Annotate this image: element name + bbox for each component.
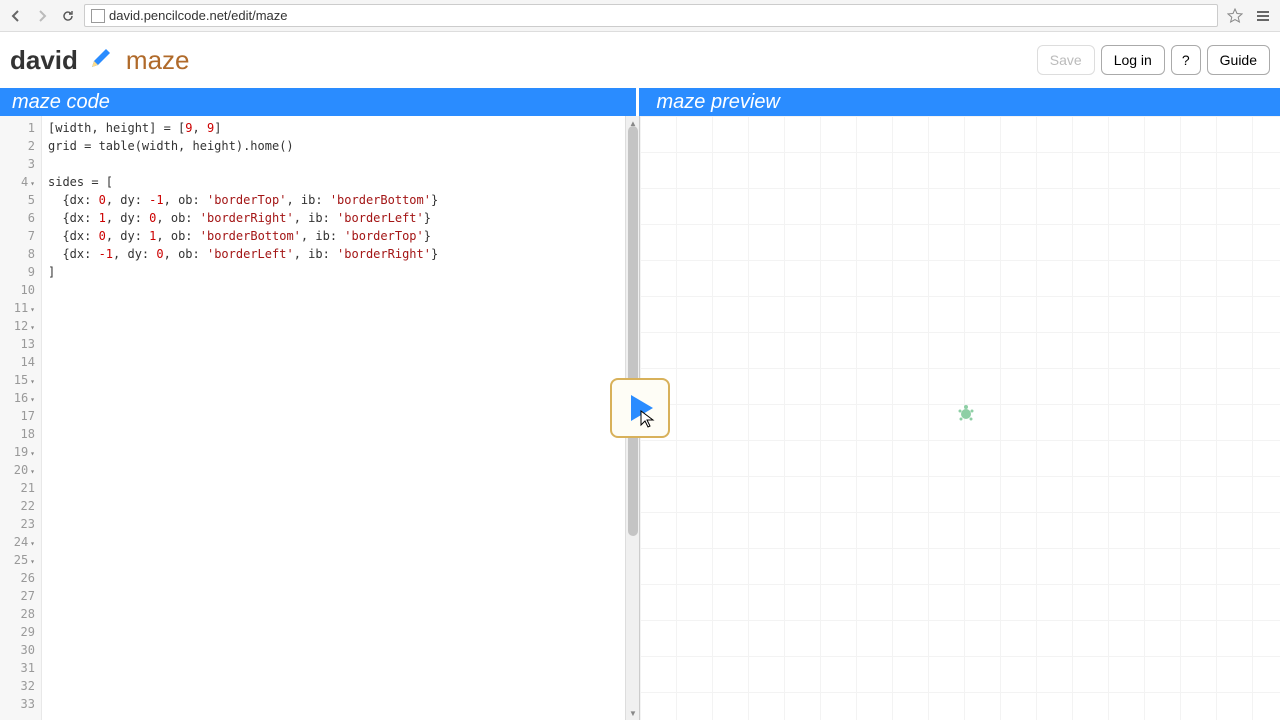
login-button[interactable]: Log in <box>1101 45 1165 75</box>
page-icon <box>91 9 105 23</box>
code-editor[interactable]: [width, height] = [9, 9]grid = table(wid… <box>42 116 625 720</box>
line-gutter: 1234567891011121314151617181920212223242… <box>0 116 42 720</box>
panel-titles: maze code maze preview <box>0 88 1280 116</box>
user-name[interactable]: david <box>10 45 78 76</box>
file-name[interactable]: maze <box>126 45 190 76</box>
browser-toolbar: david.pencilcode.net/edit/maze <box>0 0 1280 32</box>
app-header: david maze Save Log in ? Guide <box>0 32 1280 88</box>
url-bar[interactable]: david.pencilcode.net/edit/maze <box>84 4 1218 27</box>
preview-pane <box>640 116 1280 720</box>
reload-button[interactable] <box>58 6 78 26</box>
hamburger-menu-icon[interactable] <box>1252 5 1274 27</box>
save-button: Save <box>1037 45 1095 75</box>
turtle-icon <box>956 404 976 427</box>
url-text: david.pencilcode.net/edit/maze <box>109 8 288 23</box>
preview-panel-title: maze preview <box>639 88 1280 116</box>
editor-pane: 1234567891011121314151617181920212223242… <box>0 116 640 720</box>
scroll-thumb[interactable] <box>628 126 638 536</box>
run-button[interactable] <box>610 378 670 438</box>
back-button[interactable] <box>6 6 26 26</box>
bookmark-star-icon[interactable] <box>1224 5 1246 27</box>
guide-button[interactable]: Guide <box>1207 45 1270 75</box>
scroll-down-icon[interactable]: ▼ <box>626 706 640 720</box>
forward-button[interactable] <box>32 6 52 26</box>
pencil-icon <box>88 45 116 76</box>
code-panel-title: maze code <box>0 88 639 116</box>
help-button[interactable]: ? <box>1171 45 1201 75</box>
